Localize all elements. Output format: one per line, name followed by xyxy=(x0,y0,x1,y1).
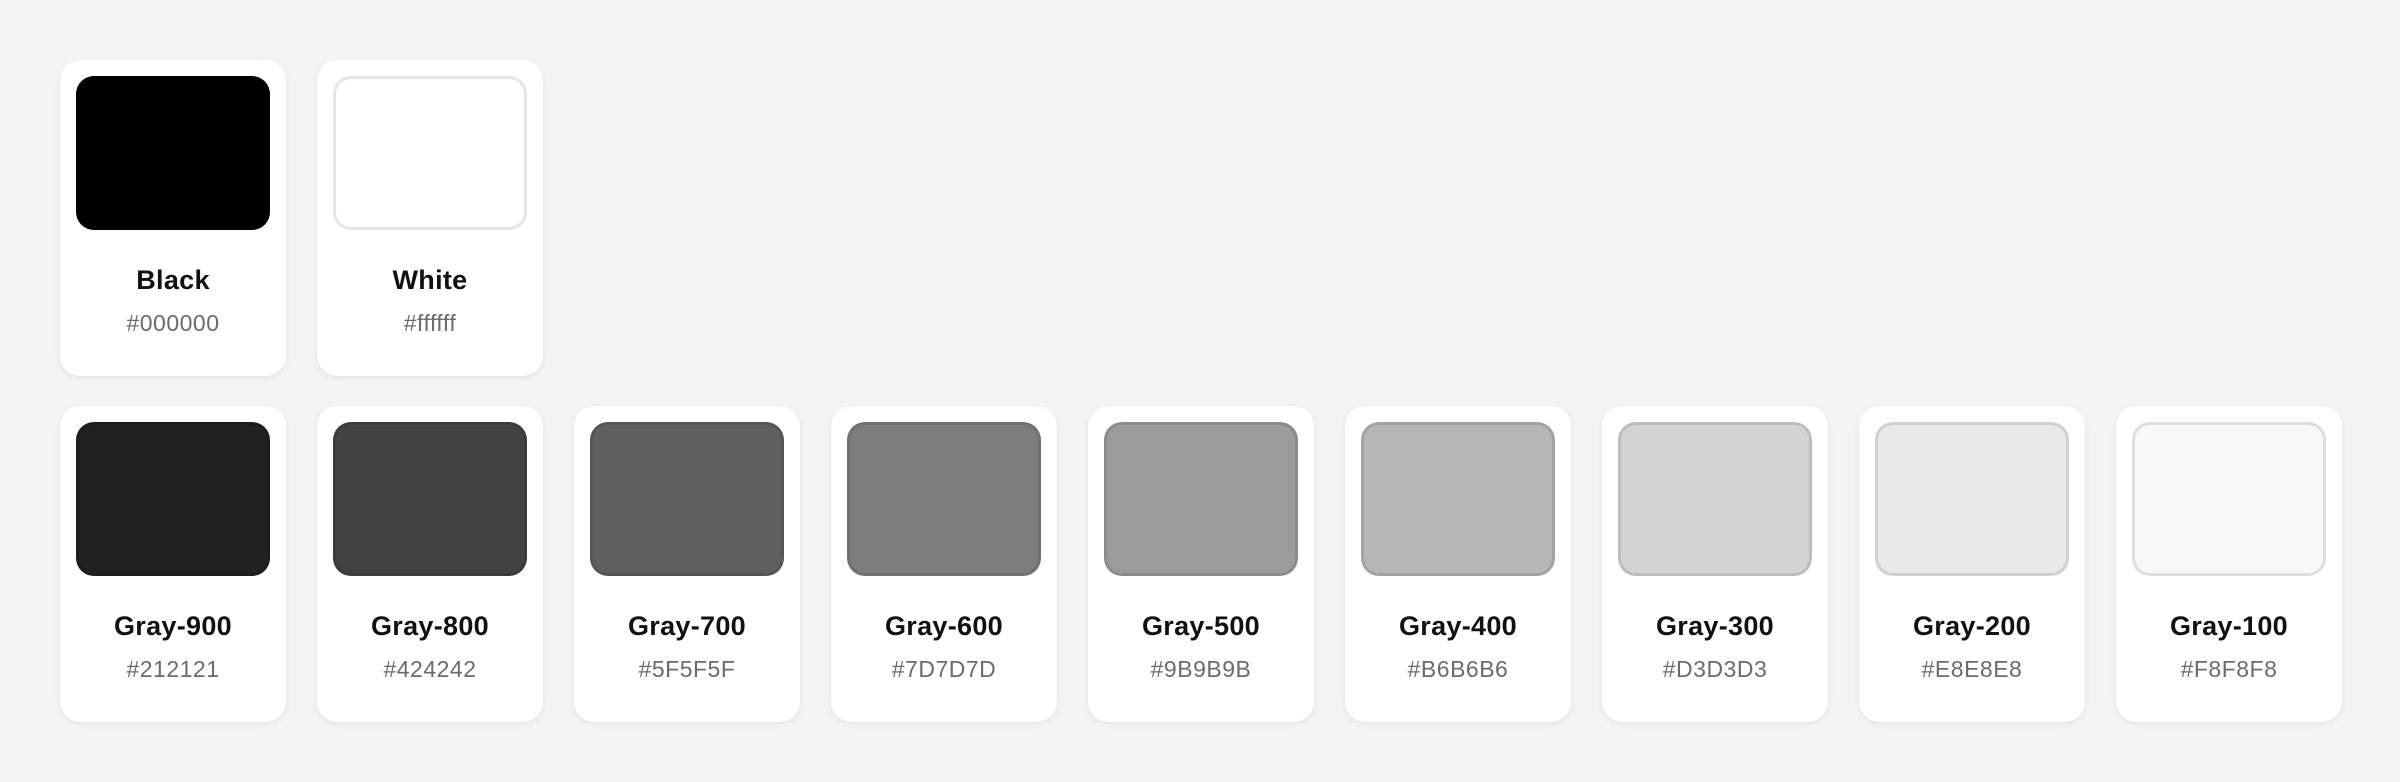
color-hex: #9B9B9B xyxy=(1150,656,1252,682)
color-swatch xyxy=(847,422,1041,576)
base-colors-row: Black #000000 White #ffffff xyxy=(60,60,543,376)
color-name: Gray-400 xyxy=(1399,611,1517,641)
color-card-black[interactable]: Black #000000 xyxy=(60,60,286,376)
color-swatch xyxy=(1104,422,1298,576)
color-card-gray-600[interactable]: Gray-600 #7D7D7D xyxy=(831,406,1057,722)
color-name: Gray-300 xyxy=(1656,611,1774,641)
color-name: Gray-500 xyxy=(1142,611,1260,641)
color-card-gray-200[interactable]: Gray-200 #E8E8E8 xyxy=(1859,406,2085,722)
color-hex: #E8E8E8 xyxy=(1921,656,2023,682)
color-hex: #212121 xyxy=(126,656,220,682)
color-hex: #000000 xyxy=(126,310,220,336)
color-name: Gray-200 xyxy=(1913,611,2031,641)
color-card-gray-400[interactable]: Gray-400 #B6B6B6 xyxy=(1345,406,1571,722)
color-swatch xyxy=(333,422,527,576)
color-name: Gray-800 xyxy=(371,611,489,641)
color-card-gray-300[interactable]: Gray-300 #D3D3D3 xyxy=(1602,406,1828,722)
color-hex: #424242 xyxy=(383,656,477,682)
color-hex: #ffffff xyxy=(403,310,457,336)
color-name: Gray-700 xyxy=(628,611,746,641)
color-hex: #B6B6B6 xyxy=(1407,656,1509,682)
color-name: Black xyxy=(136,265,210,295)
color-hex: #D3D3D3 xyxy=(1662,656,1768,682)
color-card-white[interactable]: White #ffffff xyxy=(317,60,543,376)
color-swatch xyxy=(333,76,527,230)
color-swatch xyxy=(1361,422,1555,576)
color-hex: #F8F8F8 xyxy=(2180,656,2278,682)
gray-colors-row: Gray-900 #212121 Gray-800 #424242 Gray-7… xyxy=(60,406,2342,722)
color-swatch xyxy=(1875,422,2069,576)
color-name: Gray-900 xyxy=(114,611,232,641)
color-name: White xyxy=(392,265,468,295)
color-swatch xyxy=(1618,422,1812,576)
color-card-gray-500[interactable]: Gray-500 #9B9B9B xyxy=(1088,406,1314,722)
color-swatch xyxy=(76,422,270,576)
color-swatch xyxy=(2132,422,2326,576)
color-card-gray-100[interactable]: Gray-100 #F8F8F8 xyxy=(2116,406,2342,722)
color-swatch xyxy=(76,76,270,230)
color-card-gray-900[interactable]: Gray-900 #212121 xyxy=(60,406,286,722)
color-name: Gray-600 xyxy=(885,611,1003,641)
color-swatch xyxy=(590,422,784,576)
color-hex: #7D7D7D xyxy=(891,656,997,682)
color-name: Gray-100 xyxy=(2170,611,2288,641)
color-hex: #5F5F5F xyxy=(638,656,736,682)
color-card-gray-700[interactable]: Gray-700 #5F5F5F xyxy=(574,406,800,722)
color-card-gray-800[interactable]: Gray-800 #424242 xyxy=(317,406,543,722)
